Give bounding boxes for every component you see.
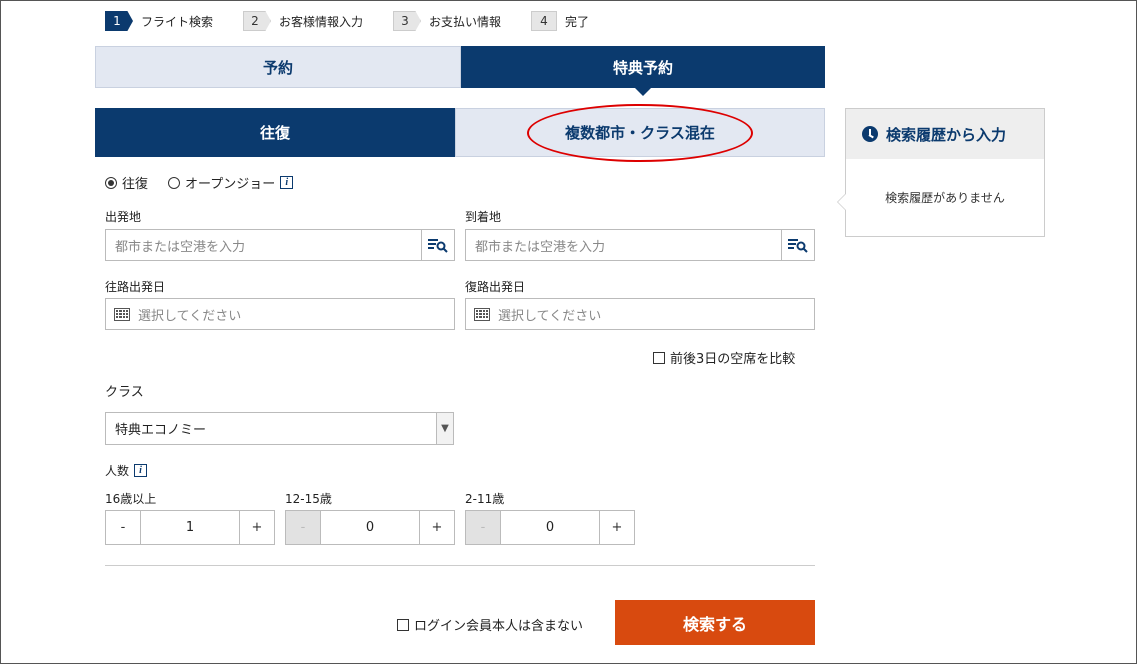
calendar-icon [114,307,130,321]
compare-dates-checkbox[interactable] [653,351,665,364]
step-label: フライト検索 [141,14,214,29]
radio-openjaw-label[interactable]: オープンジョー [185,173,275,192]
return-date-label: 復路出発日 [465,280,526,294]
depart-date-label: 往路出発日 [105,280,166,294]
search-history-empty: 検索履歴がありません [885,191,1005,205]
step-number: 3 [393,11,421,31]
step-2: 2 お客様情報入力 [243,11,363,31]
passengers-label: 人数 [105,464,130,478]
tab-multicity[interactable]: 複数都市・クラス混在 [455,104,825,162]
tab-award-reservation[interactable]: 特典予約 [461,46,825,96]
info-icon[interactable]: i [280,176,294,189]
child-minus-button[interactable]: - [466,511,500,544]
trip-type-tabs: 往復 複数都市・クラス混在 [95,104,825,162]
origin-search-list-button[interactable] [421,230,454,260]
calendar-icon [474,307,490,321]
child-count[interactable]: 0 [500,511,600,544]
tab-reservation[interactable]: 予約 [95,46,461,88]
exclude-member-option[interactable]: ログイン会員本人は含まない [397,615,583,634]
cabin-selected-value: 特典エコノミー [115,423,207,438]
adult-plus-button[interactable]: + [240,511,274,544]
compare-dates-option[interactable]: 前後3日の空席を比較 [653,348,795,367]
tab-roundtrip[interactable]: 往復 [95,108,455,157]
adult-minus-button[interactable]: - [106,511,140,544]
adult-stepper: - 1 + [105,510,275,545]
compare-dates-label[interactable]: 前後3日の空席を比較 [670,348,795,367]
step-number: 1 [105,11,133,31]
return-date-placeholder: 選択してください [498,308,602,324]
youth-stepper: - 0 + [285,510,455,545]
destination-search-list-button[interactable] [781,230,814,260]
step-3: 3 お支払い情報 [393,11,501,31]
list-search-icon [788,239,808,253]
destination-field[interactable]: 都市または空港を入力 [465,229,815,261]
trip-type-radio-group: 往復 オープンジョー i [105,173,294,192]
chevron-down-icon: ▼ [436,413,453,444]
clock-icon [862,126,878,142]
exclude-member-label[interactable]: ログイン会員本人は含まない [414,615,583,634]
step-1: 1 フライト検索 [105,11,213,31]
step-label: 完了 [565,14,590,29]
search-history-title: 検索履歴から入力 [886,125,1007,144]
booking-type-tabs: 予約 特典予約 [95,46,825,96]
search-button[interactable]: 検索する [615,600,815,645]
radio-openjaw[interactable] [168,176,181,189]
divider [105,565,815,566]
info-icon[interactable]: i [134,464,148,477]
list-search-icon [428,239,448,253]
child-label: 2-11歳 [465,492,505,506]
panel-pointer [837,193,846,211]
tab-multicity-label: 複数都市・クラス混在 [565,124,715,142]
exclude-member-checkbox[interactable] [397,618,409,631]
youth-minus-button[interactable]: - [286,511,320,544]
adult-label: 16歳以上 [105,492,157,506]
destination-placeholder: 都市または空港を入力 [475,239,606,255]
origin-label: 出発地 [105,210,142,224]
youth-count[interactable]: 0 [320,511,420,544]
step-label: お客様情報入力 [279,14,364,29]
step-4: 4 完了 [531,11,589,31]
step-number: 2 [243,11,271,31]
adult-count[interactable]: 1 [140,511,240,544]
step-number: 4 [531,11,557,31]
youth-label: 12-15歳 [285,492,332,506]
youth-plus-button[interactable]: + [420,511,454,544]
search-history-header[interactable]: 検索履歴から入力 [846,109,1044,159]
origin-placeholder: 都市または空港を入力 [115,239,246,255]
child-stepper: - 0 + [465,510,635,545]
depart-date-placeholder: 選択してください [138,308,242,324]
search-history-panel: 検索履歴から入力 検索履歴がありません [837,108,1045,237]
step-label: お支払い情報 [429,14,502,29]
child-plus-button[interactable]: + [600,511,634,544]
origin-field[interactable]: 都市または空港を入力 [105,229,455,261]
passengers-heading: 人数 i [105,462,148,479]
depart-date-field[interactable]: 選択してください [105,298,455,330]
return-date-field[interactable]: 選択してください [465,298,815,330]
radio-roundtrip-label[interactable]: 往復 [122,173,148,192]
destination-label: 到着地 [465,210,502,224]
cabin-select[interactable]: 特典エコノミー ▼ [105,412,454,445]
radio-roundtrip[interactable] [105,176,117,189]
cabin-label: クラス [105,385,144,400]
